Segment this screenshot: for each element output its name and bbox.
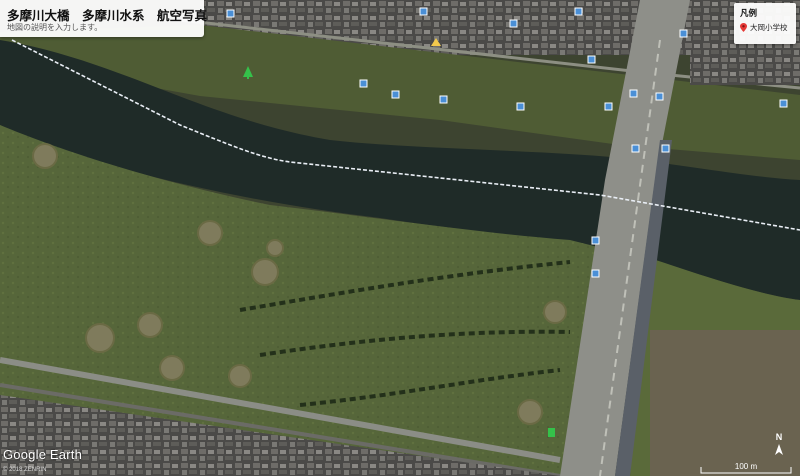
map-description[interactable]: 地図の説明を入力します。 xyxy=(7,22,102,33)
legend-item-label: 大岡小学校 xyxy=(750,23,788,32)
legend-panel: 凡例 大岡小学校 xyxy=(734,3,796,44)
legend-item[interactable]: 大岡小学校 xyxy=(740,22,788,33)
legend-title: 凡例 xyxy=(740,9,758,19)
scale-bar: 100 m xyxy=(700,462,792,474)
copyright-text: © 2018 ZENRIN xyxy=(3,467,47,473)
map-title-panel: 多摩川大橋 多摩川水系 航空写真 地図の説明を入力します。 xyxy=(0,0,207,37)
aerial-map[interactable] xyxy=(0,0,800,476)
green-marker-small[interactable] xyxy=(548,428,555,437)
north-arrow-icon xyxy=(775,444,783,455)
google-earth-logo: Google Earth xyxy=(3,447,83,462)
red-map-pin-icon xyxy=(740,23,747,32)
scale-bar-line xyxy=(700,467,792,474)
compass[interactable]: N xyxy=(772,432,786,456)
